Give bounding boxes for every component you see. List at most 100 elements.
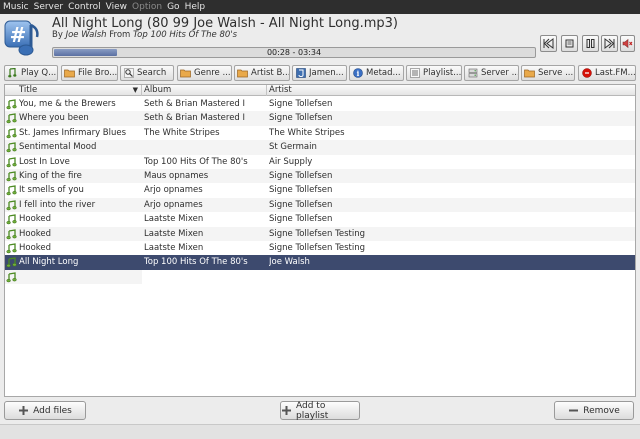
svg-text:i: i (356, 69, 359, 78)
pause-button[interactable] (582, 35, 599, 52)
lastfm-icon (581, 68, 592, 79)
volume-button[interactable] (620, 35, 635, 52)
remove-icon (568, 405, 579, 416)
now-playing-album: Top 100 Hits Of The 80's (133, 30, 238, 40)
music-note-icon (6, 171, 17, 182)
table-row[interactable]: Where you been Seth & Brian Mastered I Sig… (5, 111, 635, 126)
table-row[interactable]: Hooked Laatste Mixen Signe Tollefsen (5, 212, 635, 226)
cell-title: Where you been (19, 113, 89, 124)
add-icon (18, 405, 29, 416)
music-note-icon (6, 200, 17, 211)
from-label: From (109, 30, 131, 40)
cell-artist: Signe Tollefsen (269, 185, 333, 196)
music-note-icon (6, 272, 17, 283)
now-playing-artist: Joe Walsh (65, 30, 107, 40)
cell-artist: Signe Tollefsen (269, 99, 333, 109)
column-header-album[interactable]: Album (142, 85, 267, 96)
menu-server[interactable]: Server (34, 2, 64, 12)
menubar: Music Server Control View Option Go Help (0, 0, 640, 14)
previous-button[interactable] (540, 35, 557, 52)
column-header-artist[interactable]: Artist (267, 85, 635, 96)
table-row[interactable]: Hooked Laatste Mixen Signe Tollefsen Testi… (5, 241, 635, 255)
tab-artist-browser[interactable]: Artist B... (234, 65, 290, 81)
cell-album (144, 140, 266, 154)
stop-button[interactable] (561, 35, 578, 52)
tab-file-browser[interactable]: File Bro... (61, 65, 118, 81)
status-bar (0, 424, 640, 439)
cell-artist: Signe Tollefsen (269, 214, 333, 225)
menu-go[interactable]: Go (167, 2, 179, 12)
column-header-title[interactable]: Title ▼ (5, 85, 142, 96)
add-icon (281, 405, 292, 416)
browser-tabs: Play Q... File Bro... Search Genre ... A… (0, 64, 640, 82)
stop-icon (565, 39, 574, 48)
now-playing-subtitle: By Joe Walsh From Top 100 Hits Of The 80… (52, 30, 237, 40)
tab-server-information[interactable]: Server ... (464, 65, 519, 81)
tab-genre-browser[interactable]: Genre ... (177, 65, 232, 81)
table-row[interactable]: Lost In Love Top 100 Hits Of The 80's Air … (5, 155, 635, 169)
cell-album: Arjo opnames (144, 185, 203, 196)
cell-artist: St Germain (269, 142, 317, 153)
table-row[interactable]: St. James Infirmary Blues The White Strip… (5, 126, 635, 140)
info-icon: i (352, 68, 363, 79)
cell-artist: Signe Tollefsen Testing (269, 243, 365, 253)
tab-search[interactable]: Search (120, 65, 174, 81)
cell-artist: Signe Tollefsen (269, 199, 333, 210)
cell-title: You, me & the Brewers (19, 99, 116, 109)
menu-help[interactable]: Help (185, 2, 206, 12)
cell-artist (269, 270, 629, 284)
cell-artist: The White Stripes (269, 127, 345, 138)
music-note-icon (6, 228, 17, 240)
cell-album: Maus opnames (144, 171, 209, 181)
cell-album (144, 270, 266, 284)
tab-play-queue[interactable]: Play Q... (4, 65, 58, 81)
now-playing-header: # All Night Long (80 99 Joe Walsh - All … (0, 14, 640, 62)
server-icon (467, 68, 478, 79)
menu-music[interactable]: Music (3, 2, 29, 12)
table-row[interactable]: King of the fire Maus opnames Signe Tollef… (5, 169, 635, 184)
remove-button[interactable]: Remove (554, 401, 634, 420)
now-playing-title: All Night Long (80 99 Joe Walsh - All Ni… (52, 16, 398, 31)
cell-title: Hooked (19, 214, 52, 225)
tab-lastfm[interactable]: Last.FM... (578, 65, 636, 81)
cell-album: Top 100 Hits Of The 80's (144, 156, 248, 167)
music-note-icon (6, 156, 17, 168)
cell-title: King of the fire (19, 171, 82, 181)
music-note-icon (6, 257, 17, 268)
cell-album: Arjo opnames (144, 199, 203, 210)
folder-icon (64, 68, 75, 79)
table-row[interactable]: Sentimental Mood St Germain (5, 140, 635, 155)
table-row[interactable]: It smells of you Arjo opnames Signe Tollef… (5, 183, 635, 197)
menu-control[interactable]: Control (68, 2, 101, 12)
tab-serve[interactable]: Serve ... (521, 65, 575, 81)
add-files-button[interactable]: Add files (4, 401, 86, 420)
next-button[interactable] (601, 35, 618, 52)
cell-title: It smells of you (19, 185, 84, 196)
table-row-selected[interactable]: All Night Long Top 100 Hits Of The 80's Jo… (5, 255, 635, 270)
tab-metadata-browser[interactable]: i Metad... (349, 65, 404, 81)
music-note-icon (6, 142, 17, 153)
menu-option[interactable]: Option (132, 2, 162, 12)
cell-artist: Signe Tollefsen (269, 171, 333, 181)
play-queue-icon (7, 68, 18, 79)
music-note-icon (6, 113, 17, 124)
cell-title: All Night Long (19, 257, 79, 268)
playlist-table[interactable]: Title ▼ Album Artist You, me & the Brewe… (4, 84, 636, 397)
cell-album: Laatste Mixen (144, 243, 204, 253)
table-row[interactable]: You, me & the Brewers Seth & Brian Master… (5, 97, 635, 111)
cell-title (19, 270, 141, 284)
cell-album: Top 100 Hits Of The 80's (144, 257, 248, 268)
search-icon (123, 68, 134, 79)
table-row[interactable]: I fell into the river Arjo opnames Signe T… (5, 197, 635, 213)
cell-title: Hooked (19, 243, 52, 253)
add-to-playlist-button[interactable]: Add to playlist (280, 401, 360, 421)
cell-album: The White Stripes (144, 127, 220, 138)
tab-jamendo[interactable]: Jamen... (292, 65, 347, 81)
table-row[interactable] (5, 269, 142, 285)
menu-view[interactable]: View (106, 2, 127, 12)
table-row[interactable]: Hooked Laatste Mixen Signe Tollefsen Testi… (5, 226, 635, 241)
seek-bar[interactable]: 00:28 - 03:34 (52, 47, 536, 58)
tab-playlist-manager[interactable]: Playlist... (406, 65, 462, 81)
sort-arrow-icon: ▼ (132, 86, 138, 94)
playlist-icon (409, 68, 420, 79)
